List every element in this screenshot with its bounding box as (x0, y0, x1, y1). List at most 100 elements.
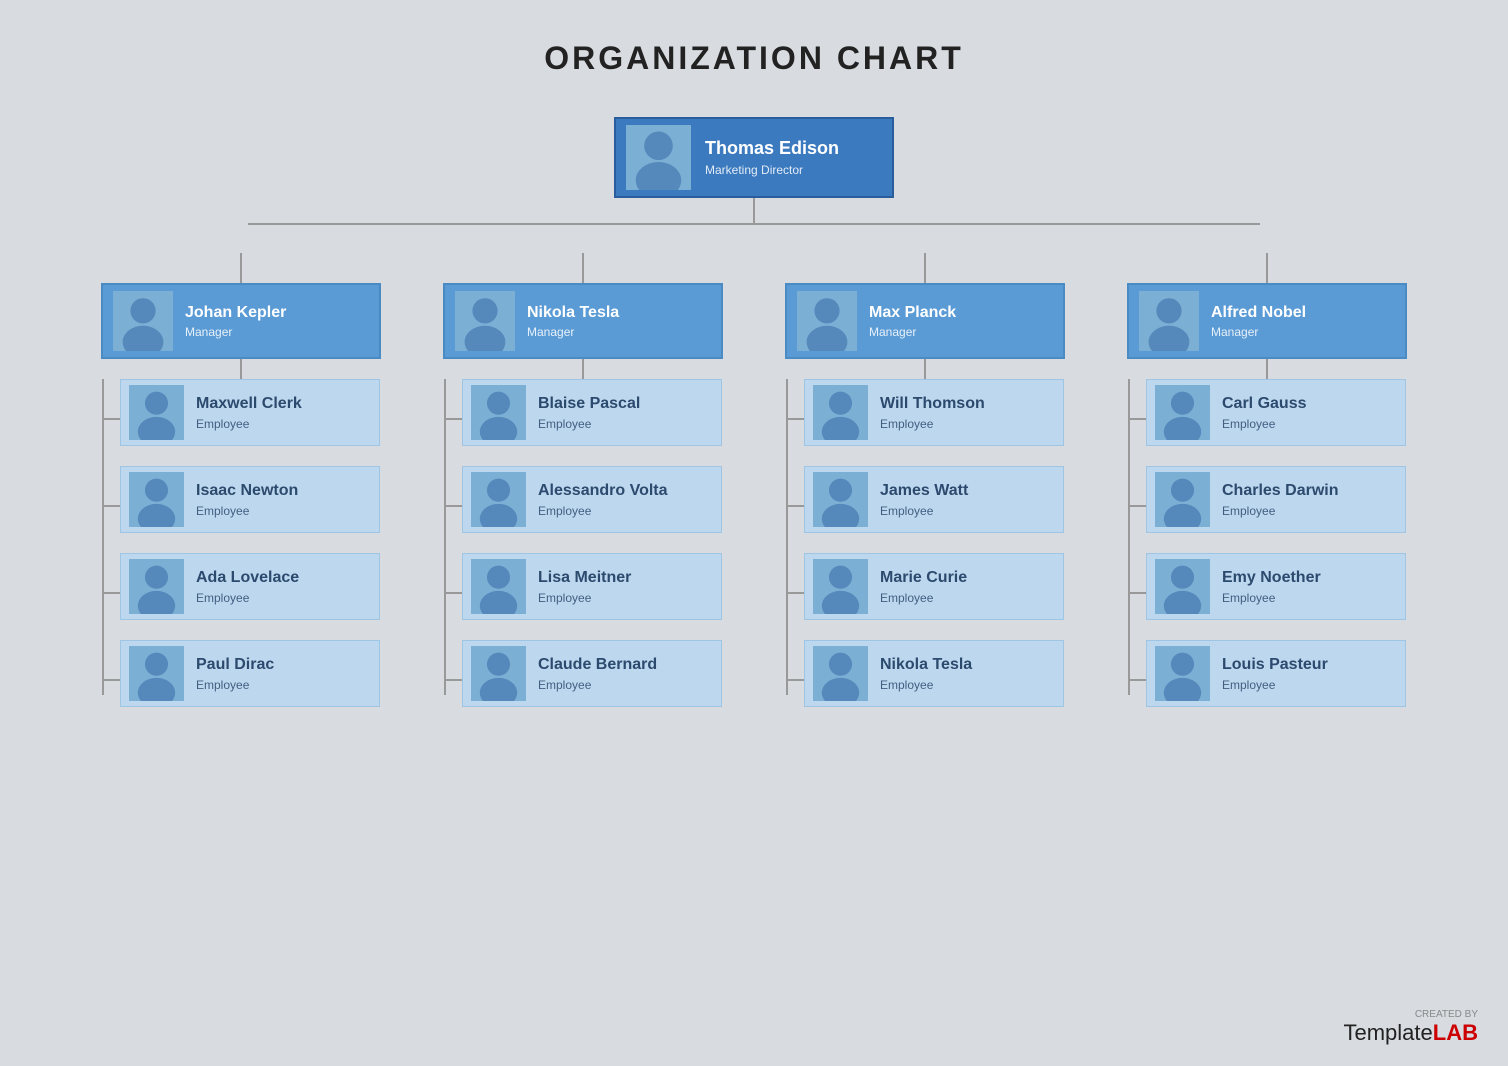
employee-card-wrap: Ada Lovelace Employee (120, 553, 380, 630)
employee-card-wrap: Isaac NewtonEmployee (120, 466, 380, 543)
employee-name: Alessandro Volta (538, 481, 668, 500)
employee-role: Employee (196, 591, 299, 605)
avatar-silhouette (813, 559, 868, 614)
avatar-silhouette (813, 646, 868, 701)
branch-to-emp-connector (924, 359, 926, 379)
manager-card: Max PlanckManager (785, 283, 1065, 359)
employee-card-wrap: James Watt Employee (804, 466, 1064, 543)
manager-name: Johan Kepler (185, 303, 286, 322)
employee-name: James Watt (880, 481, 968, 500)
employee-role: Employee (1222, 678, 1328, 692)
employee-row: Marie Curie Employee (786, 553, 1064, 630)
employee-name: Nikola Tesla (880, 655, 972, 674)
employee-card: Charles Darwin Employee (1146, 466, 1406, 533)
employee-card-wrap: Lisa MeitnerEmployee (462, 553, 722, 630)
watermark-created: CREATED BY (1415, 1009, 1478, 1020)
employee-avatar (129, 472, 184, 527)
employee-card: James Watt Employee (804, 466, 1064, 533)
avatar-silhouette (129, 559, 184, 614)
manager-card-info: Nikola TeslaManager (527, 303, 619, 339)
avatar-silhouette (1155, 385, 1210, 440)
employee-name: Ada Lovelace (196, 568, 299, 587)
employee-role: Employee (880, 504, 968, 518)
employee-name: Isaac Newton (196, 481, 298, 500)
top-card: Thomas Edison Marketing Director (614, 117, 894, 198)
avatar-silhouette (471, 559, 526, 614)
employee-role: Employee (196, 678, 274, 692)
employee-row: Charles Darwin Employee (1128, 466, 1406, 543)
employee-avatar (129, 646, 184, 701)
branch-down-connector (1266, 253, 1268, 283)
manager-role: Manager (869, 325, 956, 339)
employee-card-info: Emy NoetherEmployee (1222, 568, 1321, 604)
employee-card-info: Paul Dirac Employee (196, 655, 274, 691)
employee-name: Louis Pasteur (1222, 655, 1328, 674)
employee-list: Carl Gauss Employee Charles Darwin Employee… (1128, 379, 1406, 727)
employee-avatar (129, 559, 184, 614)
top-role: Marketing Director (705, 163, 839, 177)
employee-role: Employee (1222, 504, 1338, 518)
avatar-silhouette (813, 472, 868, 527)
employee-card-info: Charles Darwin Employee (1222, 481, 1338, 517)
employee-card-wrap: Nikola Tesla Employee (804, 640, 1064, 717)
top-down-connector (753, 198, 755, 223)
employee-card-info: Louis Pasteur Employee (1222, 655, 1328, 691)
branch-2: Max PlanckManagerWill ThomsonEmployeeJam… (763, 253, 1087, 727)
employee-row: Nikola Tesla Employee (786, 640, 1064, 717)
employee-row: Emy NoetherEmployee (1128, 553, 1406, 630)
employee-row: Alessandro VoltaEmployee (444, 466, 722, 543)
org-chart: Thomas Edison Marketing Director Johan K… (79, 117, 1429, 727)
manager-card-info: Johan Kepler Manager (185, 303, 286, 339)
employee-name: Paul Dirac (196, 655, 274, 674)
manager-avatar (455, 291, 515, 351)
employee-role: Employee (1222, 417, 1306, 431)
employee-card-info: Claude BernardEmployee (538, 655, 657, 691)
employee-role: Employee (538, 678, 657, 692)
employee-role: Employee (880, 678, 972, 692)
manager-card: Nikola TeslaManager (443, 283, 723, 359)
employee-card: Ada Lovelace Employee (120, 553, 380, 620)
branch-down-connector (924, 253, 926, 283)
employee-avatar (471, 559, 526, 614)
manager-card-info: Max PlanckManager (869, 303, 956, 339)
employee-card-wrap: Louis Pasteur Employee (1146, 640, 1406, 717)
employee-card-wrap: Blaise PascalEmployee (462, 379, 722, 456)
employee-avatar (471, 646, 526, 701)
employee-card: Lisa MeitnerEmployee (462, 553, 722, 620)
employee-card: Nikola Tesla Employee (804, 640, 1064, 707)
manager-role: Manager (185, 325, 286, 339)
employee-row: Paul Dirac Employee (102, 640, 380, 717)
employee-name: Marie Curie (880, 568, 967, 587)
employee-row: Lisa MeitnerEmployee (444, 553, 722, 630)
employee-card-info: Isaac NewtonEmployee (196, 481, 298, 517)
employee-card: Blaise PascalEmployee (462, 379, 722, 446)
employee-name: Carl Gauss (1222, 394, 1306, 413)
manager-role: Manager (527, 325, 619, 339)
employee-card: Paul Dirac Employee (120, 640, 380, 707)
branch-down-connector (582, 253, 584, 283)
branches-row: Johan Kepler Manager Maxwell ClerkEmployee… (79, 253, 1429, 727)
employee-card-wrap: Claude BernardEmployee (462, 640, 722, 717)
employee-card-info: Carl Gauss Employee (1222, 394, 1306, 430)
employee-name: Blaise Pascal (538, 394, 640, 413)
employee-avatar (813, 385, 868, 440)
avatar-silhouette (1139, 291, 1199, 351)
employee-row: Claude BernardEmployee (444, 640, 722, 717)
employee-list: Maxwell ClerkEmployeeIsaac NewtonEmploye… (102, 379, 380, 727)
manager-card: Alfred NobelManager (1127, 283, 1407, 359)
employee-role: Employee (880, 591, 967, 605)
employee-card: Maxwell ClerkEmployee (120, 379, 380, 446)
avatar-silhouette-top (626, 125, 691, 190)
employee-card: Isaac NewtonEmployee (120, 466, 380, 533)
employee-card: Louis Pasteur Employee (1146, 640, 1406, 707)
employee-row: Ada Lovelace Employee (102, 553, 380, 630)
employee-name: Charles Darwin (1222, 481, 1338, 500)
employee-row: Isaac NewtonEmployee (102, 466, 380, 543)
employee-avatar (813, 472, 868, 527)
employee-name: Will Thomson (880, 394, 985, 413)
branch-0: Johan Kepler Manager Maxwell ClerkEmployee… (79, 253, 403, 727)
employee-avatar (471, 472, 526, 527)
avatar-silhouette (129, 385, 184, 440)
branch-to-emp-connector (240, 359, 242, 379)
watermark: CREATED BY TemplateLAB (1344, 1006, 1479, 1046)
